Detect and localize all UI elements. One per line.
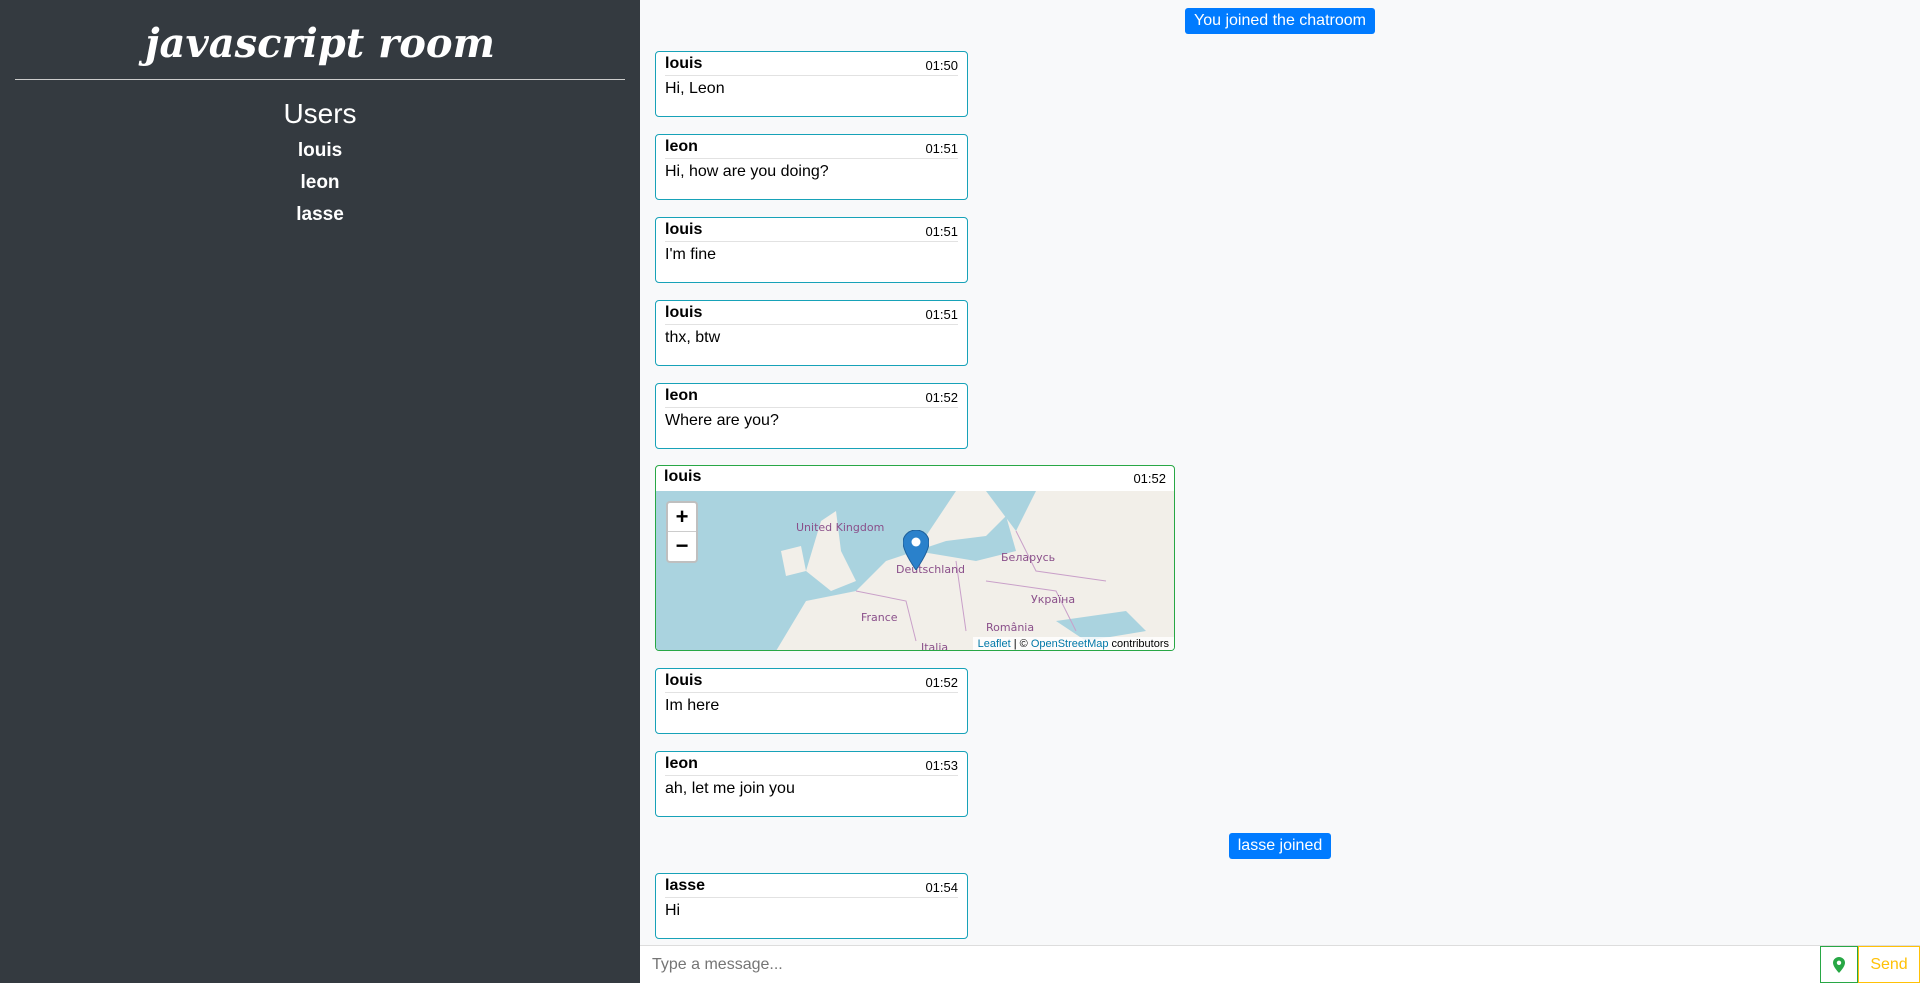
message-time: 01:51 — [925, 141, 958, 156]
message-form: Send — [640, 945, 1920, 983]
message-author: louis — [665, 55, 703, 72]
message-text: Hi, Leon — [665, 80, 725, 97]
message-list: You joined the chatroom louis 01:50 Hi, Le… — [640, 0, 1920, 945]
chat-message: leon 01:53 ah, let me join you — [655, 751, 968, 817]
user-item: leon — [300, 172, 340, 193]
attribution-text: contributors — [1108, 638, 1169, 650]
chat-message: louis 01:50 Hi, Leon — [655, 51, 968, 117]
message-text: ah, let me join you — [665, 780, 795, 797]
send-location-button[interactable] — [1820, 946, 1858, 983]
message-author: louis — [665, 672, 703, 689]
map-label: Беларусь — [1001, 551, 1056, 564]
zoom-in-button[interactable]: + — [668, 503, 696, 532]
message-text: thx, btw — [665, 329, 721, 346]
message-time: 01:52 — [925, 390, 958, 405]
room-title: javascript room — [15, 0, 625, 80]
join-notice: lasse joined — [1228, 833, 1332, 859]
message-input[interactable] — [640, 946, 1820, 983]
message-time: 01:51 — [925, 307, 958, 322]
map-label: Italia — [921, 641, 949, 651]
message-author: lasse — [665, 877, 706, 894]
user-item: louis — [297, 140, 343, 161]
message-author: louis — [665, 304, 703, 321]
chat-message: louis 01:51 thx, btw — [655, 300, 968, 366]
map-label: Україна — [1031, 593, 1076, 606]
message-author: leon — [665, 387, 698, 404]
zoom-out-button[interactable]: − — [668, 532, 696, 561]
attribution-separator: | © — [1010, 638, 1031, 650]
message-author: louis — [664, 468, 702, 485]
user-item: lasse — [296, 204, 344, 225]
join-notice: You joined the chatroom — [1185, 8, 1375, 34]
send-button[interactable]: Send — [1858, 946, 1920, 983]
message-text: Hi, how are you doing? — [665, 163, 829, 180]
chat-message: louis 01:51 I'm fine — [655, 217, 968, 283]
map-label: România — [986, 621, 1035, 634]
chat-message: lasse 01:54 Hi — [655, 873, 968, 939]
chat-message: leon 01:51 Hi, how are you doing? — [655, 134, 968, 200]
map-label: United Kingdom — [796, 521, 885, 534]
message-time: 01:52 — [1133, 471, 1166, 486]
map-zoom-control: + − — [666, 501, 698, 563]
location-message: louis 01:52 United Kingdom Deutschland Бе… — [655, 465, 1175, 651]
message-text: Hi — [665, 902, 681, 919]
message-author: louis — [665, 221, 703, 238]
chat-message: louis 01:52 Im here — [655, 668, 968, 734]
map-pin-icon — [1833, 956, 1845, 973]
message-time: 01:51 — [925, 224, 958, 239]
chat-message: leon 01:52 Where are you? — [655, 383, 968, 449]
message-time: 01:50 — [925, 58, 958, 73]
message-time: 01:52 — [925, 675, 958, 690]
message-author: leon — [665, 138, 698, 155]
message-time: 01:54 — [925, 880, 958, 895]
leaflet-link[interactable]: Leaflet — [978, 638, 1011, 650]
message-text: Im here — [665, 697, 720, 714]
message-time: 01:53 — [925, 758, 958, 773]
message-author: leon — [665, 755, 698, 772]
message-text: Where are you? — [665, 412, 779, 429]
map[interactable]: United Kingdom Deutschland Беларусь Укра… — [656, 491, 1174, 651]
sidebar: javascript room Users louis leon lasse — [0, 0, 640, 983]
message-text: I'm fine — [665, 246, 717, 263]
osm-link[interactable]: OpenStreetMap — [1031, 638, 1109, 650]
map-attribution: Leaflet | © OpenStreetMap contributors — [972, 637, 1174, 650]
map-label: France — [861, 611, 898, 624]
users-heading: Users — [283, 98, 357, 129]
map-marker-icon[interactable] — [903, 530, 929, 570]
